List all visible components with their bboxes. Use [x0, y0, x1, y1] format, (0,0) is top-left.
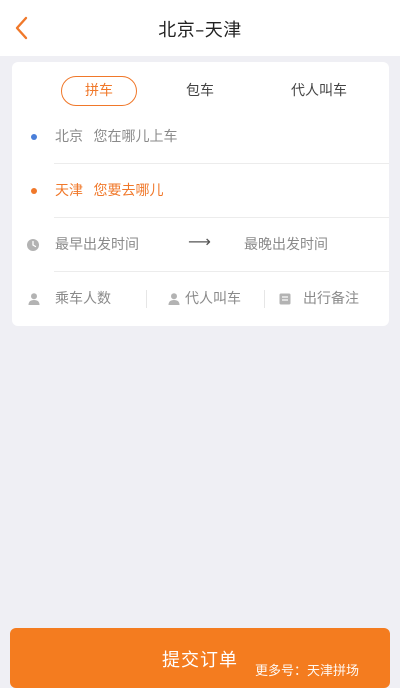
passenger-count-button[interactable]: 乘车人数 — [12, 272, 147, 326]
earliest-time-field[interactable]: 最早出发时间 — [55, 234, 139, 254]
ride-type-tabs: 拼车 包车 代人叫车 — [12, 76, 389, 108]
divider — [264, 290, 265, 308]
tab-charter[interactable]: 包车 — [172, 76, 228, 106]
watermark-text: 更多号：天津拼场 — [255, 664, 360, 679]
submit-order-button[interactable]: 提交订单 — [10, 628, 390, 688]
divider — [146, 290, 147, 308]
tab-carpool[interactable]: 拼车 — [61, 76, 137, 106]
destination-placeholder: 您要去哪儿 — [93, 183, 164, 199]
destination-row[interactable]: 天津 您要去哪儿 — [12, 164, 389, 218]
destination-field[interactable]: 天津 您要去哪儿 — [55, 180, 163, 200]
passenger-count-label: 乘车人数 — [55, 291, 111, 307]
origin-field[interactable]: 北京 您在哪儿上车 — [55, 126, 177, 146]
origin-dot-icon — [31, 134, 37, 140]
destination-city: 天津 — [55, 183, 83, 199]
tab-call-for-others[interactable]: 代人叫车 — [274, 76, 364, 106]
latest-time-field[interactable]: 最晚出发时间 — [244, 234, 328, 254]
origin-placeholder: 您在哪儿上车 — [93, 129, 178, 145]
trip-notes-button[interactable]: 出行备注 — [266, 272, 389, 326]
note-icon — [279, 293, 291, 305]
booking-card: 拼车 包车 代人叫车 北京 您在哪儿上车 天津 您要去哪儿 最早出发时间 ⟶ 最… — [12, 62, 389, 326]
origin-row[interactable]: 北京 您在哪儿上车 — [12, 110, 389, 164]
origin-city: 北京 — [55, 129, 83, 145]
user-icon — [168, 293, 180, 305]
navigation-bar: 北京–天津 — [0, 0, 400, 56]
page-title: 北京–天津 — [158, 20, 242, 41]
options-row: 乘车人数 代人叫车 出行备注 — [12, 272, 389, 326]
arrow-right-icon: ⟶ — [188, 232, 211, 251]
person-icon — [28, 293, 40, 305]
call-for-others-label: 代人叫车 — [185, 291, 241, 307]
trip-notes-label: 出行备注 — [303, 291, 359, 307]
departure-time-row: 最早出发时间 ⟶ 最晚出发时间 — [12, 218, 389, 272]
clock-icon — [27, 239, 39, 251]
destination-dot-icon — [31, 188, 37, 194]
call-for-others-button[interactable]: 代人叫车 — [148, 272, 270, 326]
